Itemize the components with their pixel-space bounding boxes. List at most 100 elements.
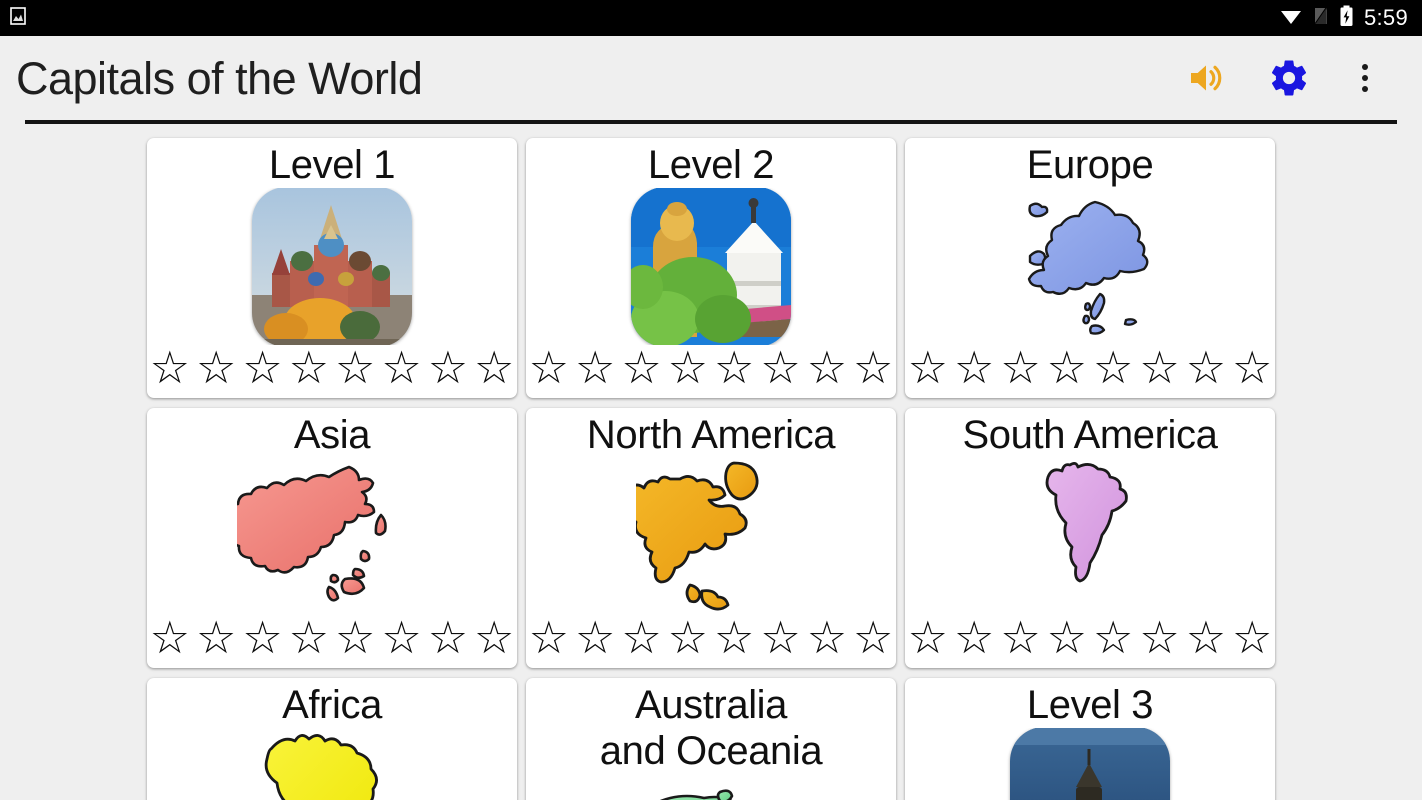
star-icon: ☆ (1232, 341, 1273, 394)
card-artwork (147, 728, 517, 800)
card-title: North America (586, 413, 836, 457)
card-artwork (905, 188, 1275, 345)
star-icon: ☆ (474, 341, 515, 394)
gear-icon[interactable] (1268, 57, 1310, 99)
level-card-level-3[interactable]: Level 3 (905, 678, 1275, 800)
level-card-asia[interactable]: Asia ☆ ☆ ☆ ☆ ☆ ☆ ☆ ☆ (147, 408, 517, 668)
star-icon: ☆ (528, 611, 569, 664)
star-icon: ☆ (1139, 611, 1180, 664)
card-title: Level 3 (1026, 683, 1154, 727)
star-icon: ☆ (242, 341, 283, 394)
star-icon: ☆ (760, 341, 801, 394)
card-title-line-1: Australia (634, 683, 788, 727)
star-icon: ☆ (427, 341, 469, 394)
asia-map-icon (237, 465, 387, 602)
star-icon: ☆ (528, 341, 569, 394)
star-rating: ☆ ☆ ☆ ☆ ☆ ☆ ☆ ☆ (147, 345, 517, 398)
star-icon: ☆ (806, 611, 848, 664)
star-icon: ☆ (953, 611, 995, 664)
level-card-australia-and-oceania[interactable]: Australia and Oceania ☆ (526, 678, 896, 800)
star-icon: ☆ (574, 341, 616, 394)
star-rating: ☆ ☆ ☆ ☆ ☆ ☆ ☆ ☆ (905, 615, 1275, 668)
star-icon: ☆ (381, 341, 422, 394)
europe-map-icon (1027, 200, 1149, 335)
star-rating: ☆ ☆ ☆ ☆ ☆ ☆ ☆ ☆ (526, 345, 896, 398)
clock: 5:59 (1363, 5, 1408, 30)
card-artwork (526, 458, 896, 615)
card-title: Africa (282, 683, 382, 727)
star-icon: ☆ (149, 611, 190, 664)
signal-off-icon (1313, 6, 1329, 31)
star-icon: ☆ (853, 341, 894, 394)
sound-icon[interactable] (1186, 58, 1226, 98)
card-artwork (147, 188, 517, 345)
app-bar-actions (1186, 57, 1392, 99)
card-artwork (526, 775, 896, 800)
image-icon (8, 6, 28, 31)
star-icon: ☆ (1185, 611, 1227, 664)
star-icon: ☆ (953, 341, 995, 394)
card-artwork (905, 728, 1275, 800)
star-icon: ☆ (1000, 611, 1041, 664)
south-america-map-icon (1045, 461, 1128, 583)
star-rating: ☆ ☆ ☆ ☆ ☆ ☆ ☆ ☆ (147, 615, 517, 668)
kebab-dot (1362, 86, 1368, 92)
star-rating: ☆ ☆ ☆ ☆ ☆ ☆ ☆ ☆ (526, 615, 896, 668)
status-bar-left (8, 6, 28, 31)
card-title: Australia and Oceania (599, 682, 823, 775)
star-icon: ☆ (288, 611, 329, 664)
card-title: Level 2 (647, 143, 775, 187)
star-icon: ☆ (907, 341, 948, 394)
level-card-africa[interactable]: Africa ☆ ☆ ☆ ☆ ☆ ☆ ☆ ☆ (147, 678, 517, 800)
card-artwork (905, 458, 1275, 615)
star-icon: ☆ (806, 341, 848, 394)
star-icon: ☆ (195, 611, 237, 664)
app-bar: Capitals of the World (0, 36, 1422, 120)
kebab-dot (1362, 64, 1368, 70)
level-card-europe[interactable]: Europe ☆ ☆ ☆ ☆ ☆ ☆ ☆ ☆ (905, 138, 1275, 398)
star-icon: ☆ (288, 341, 329, 394)
star-icon: ☆ (242, 611, 283, 664)
star-icon: ☆ (667, 341, 708, 394)
card-title: Europe (1026, 143, 1154, 187)
wifi-icon (1279, 6, 1303, 31)
star-icon: ☆ (427, 611, 469, 664)
level-card-south-america[interactable]: South America ☆ ☆ ☆ ☆ ☆ ☆ ☆ ☆ (905, 408, 1275, 668)
page-title: Capitals of the World (16, 52, 423, 104)
star-icon: ☆ (1093, 611, 1134, 664)
star-icon: ☆ (621, 611, 662, 664)
star-icon: ☆ (195, 341, 237, 394)
card-title-line-2: and Oceania (599, 729, 823, 774)
star-icon: ☆ (335, 611, 376, 664)
status-bar: 5:59 (0, 0, 1422, 36)
star-rating: ☆ ☆ ☆ ☆ ☆ ☆ ☆ ☆ (905, 345, 1275, 398)
overflow-menu-icon[interactable] (1352, 58, 1378, 98)
star-icon: ☆ (1000, 341, 1041, 394)
star-icon: ☆ (1139, 341, 1180, 394)
level-card-north-america[interactable]: North America ☆ ☆ ☆ ☆ ☆ ☆ ☆ ☆ (526, 408, 896, 668)
level-grid: Level 1 ☆ ☆ ☆ ☆ ☆ ☆ ☆ ☆ Level 2 ☆ ☆ ☆ ☆ … (0, 124, 1422, 800)
star-icon: ☆ (1185, 341, 1227, 394)
card-title: Level 1 (268, 143, 396, 187)
star-icon: ☆ (149, 341, 190, 394)
star-icon: ☆ (667, 611, 708, 664)
star-icon: ☆ (714, 341, 755, 394)
card-title: South America (962, 413, 1218, 457)
star-icon: ☆ (574, 611, 616, 664)
star-icon: ☆ (1046, 611, 1087, 664)
star-icon: ☆ (1093, 341, 1134, 394)
level-card-level-1[interactable]: Level 1 ☆ ☆ ☆ ☆ ☆ ☆ ☆ ☆ (147, 138, 517, 398)
level-card-level-2[interactable]: Level 2 ☆ ☆ ☆ ☆ ☆ ☆ ☆ ☆ (526, 138, 896, 398)
battery-charging-icon (1339, 5, 1354, 32)
star-icon: ☆ (335, 341, 376, 394)
status-bar-right: 5:59 (1279, 5, 1408, 32)
star-icon: ☆ (381, 611, 422, 664)
star-icon: ☆ (1046, 341, 1087, 394)
star-icon: ☆ (474, 611, 515, 664)
north-america-map-icon (636, 461, 759, 611)
card-artwork (147, 458, 517, 615)
golden-buddha-temple-photo (631, 188, 791, 345)
kebab-dot (1362, 75, 1368, 81)
card-title: Asia (293, 413, 371, 457)
star-icon: ☆ (907, 611, 948, 664)
